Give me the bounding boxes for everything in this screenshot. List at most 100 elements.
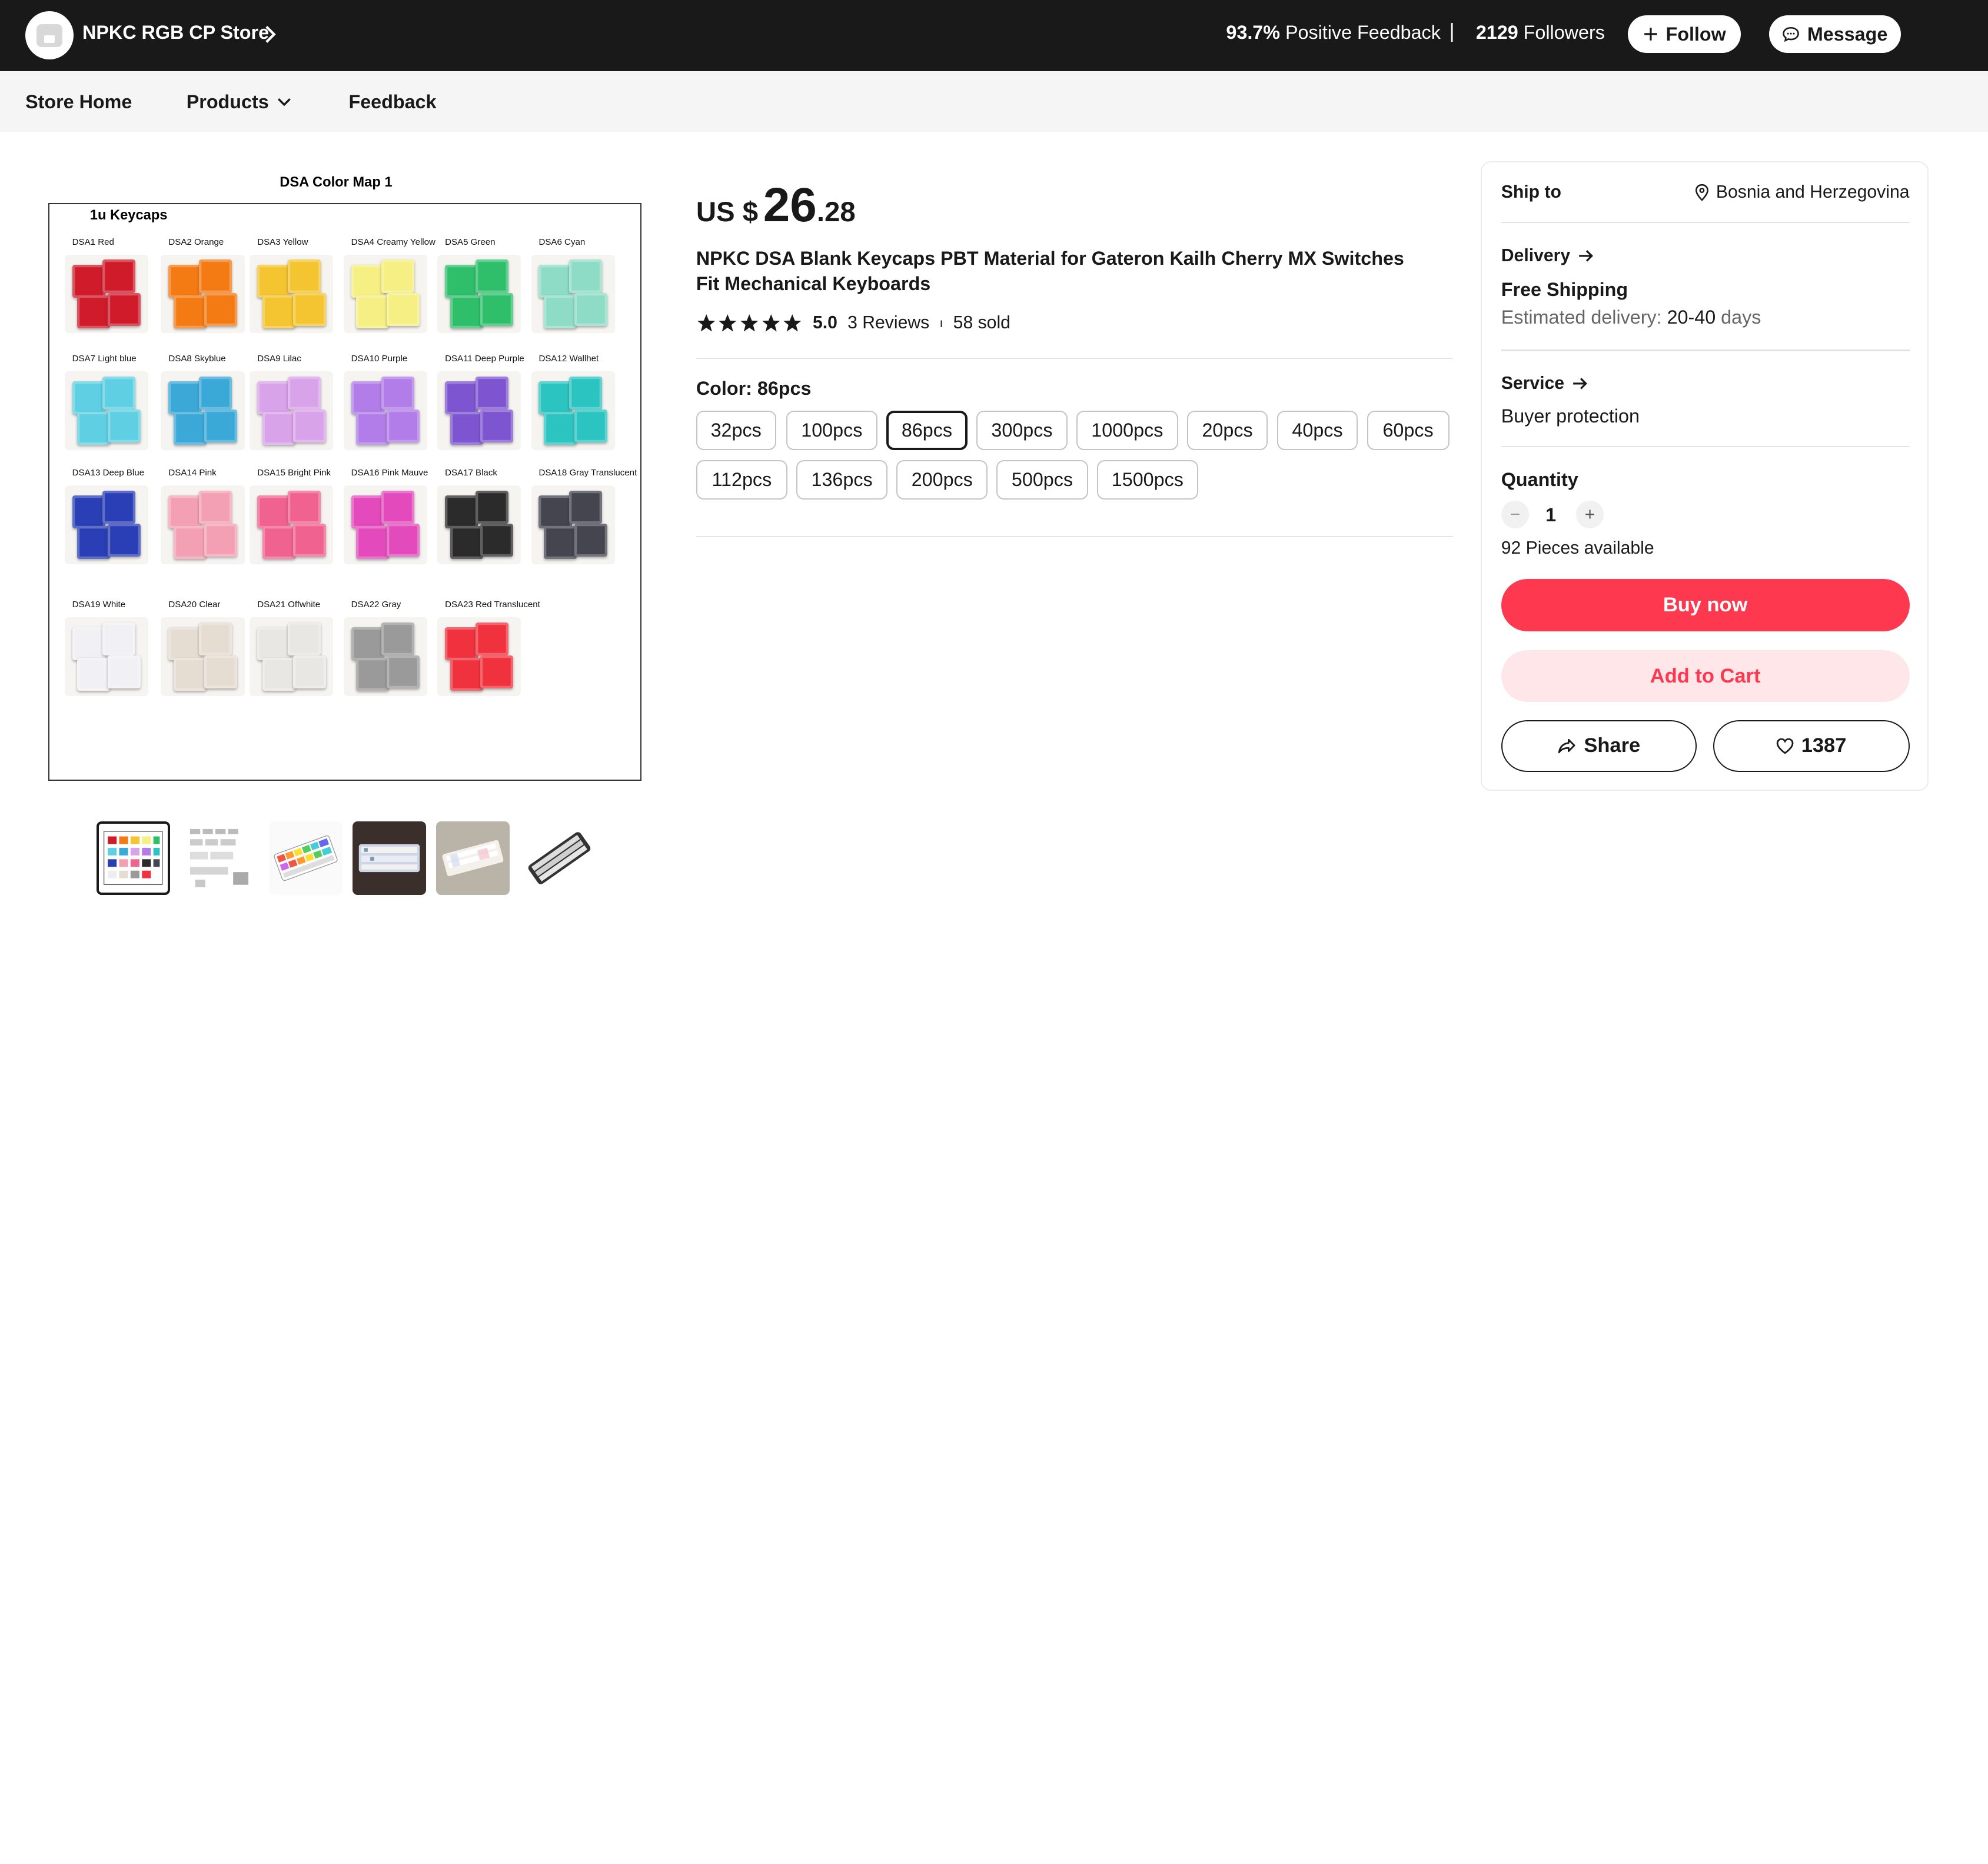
- thumb-white-keyboard-dark[interactable]: [352, 821, 426, 896]
- delivery-header[interactable]: Delivery: [1501, 246, 1910, 266]
- keycap: [257, 627, 291, 661]
- keycap: [351, 495, 384, 529]
- keycap: [287, 622, 321, 655]
- keycap-swatch: [64, 485, 148, 564]
- swatch-label: DSA8 Skyblue: [168, 353, 226, 364]
- reviews-link[interactable]: 3 Reviews: [847, 313, 929, 333]
- keycap: [287, 259, 321, 293]
- keycap: [199, 490, 232, 524]
- main-product-image[interactable]: DSA Color Map 1 1u Keycaps DSA1 Red DSA2 …: [38, 165, 652, 789]
- ship-to-label: Ship to: [1501, 182, 1561, 202]
- nav-label: Store Home: [25, 91, 132, 113]
- chevron-right-icon[interactable]: [260, 23, 280, 46]
- keycap: [72, 495, 105, 529]
- service-header[interactable]: Service: [1501, 374, 1910, 394]
- chat-bubble-icon: [1783, 27, 1799, 42]
- keycap: [199, 259, 232, 293]
- divider: [1501, 446, 1910, 448]
- keycap-swatch: [437, 371, 521, 450]
- thumb-white-keyboard-light[interactable]: [436, 821, 510, 896]
- store-name-link[interactable]: NPKC RGB CP Store: [82, 22, 269, 44]
- estimated-prefix: Estimated delivery:: [1501, 307, 1667, 328]
- keycap: [450, 295, 483, 328]
- location-pin-icon: [1696, 184, 1709, 201]
- ship-to-row[interactable]: Ship to Bosnia and Herzegovina: [1501, 182, 1910, 202]
- keycap: [107, 409, 141, 442]
- keycap-swatch: [64, 617, 148, 696]
- quantity-increment-button[interactable]: +: [1575, 500, 1604, 529]
- keycap-swatch: [250, 254, 334, 334]
- keycap: [173, 658, 207, 691]
- keycap: [386, 409, 420, 442]
- sold-count: 58 sold: [953, 313, 1010, 333]
- keycap: [445, 495, 478, 529]
- keycap: [356, 295, 390, 328]
- keycap: [480, 655, 514, 688]
- keycap: [168, 381, 202, 415]
- feedback-label: Positive Feedback: [1285, 21, 1441, 43]
- keycap: [72, 627, 105, 661]
- quantity-decrement-button[interactable]: −: [1501, 500, 1530, 529]
- option-1500pcs[interactable]: 1500pcs: [1096, 460, 1198, 500]
- stat-separator: |: [1449, 20, 1455, 43]
- option-300pcs[interactable]: 300pcs: [976, 411, 1068, 450]
- option-60pcs[interactable]: 60pcs: [1367, 411, 1450, 450]
- nav-label: Products: [186, 91, 269, 113]
- estimated-suffix: days: [1716, 307, 1761, 328]
- ship-to-value: Bosnia and Herzegovina: [1716, 182, 1910, 202]
- option-200pcs[interactable]: 200pcs: [896, 460, 988, 500]
- nav-products[interactable]: Products: [187, 91, 292, 113]
- option-500pcs[interactable]: 500pcs: [996, 460, 1088, 500]
- thumb-gray-keyboard[interactable]: [522, 821, 596, 896]
- nav-store-home[interactable]: Store Home: [25, 91, 132, 113]
- keycap-swatch: [531, 371, 615, 450]
- wishlist-count: 1387: [1801, 734, 1847, 757]
- buy-now-button[interactable]: Buy now: [1501, 579, 1910, 631]
- option-1000pcs[interactable]: 1000pcs: [1076, 411, 1178, 450]
- keycap: [544, 525, 577, 559]
- share-button[interactable]: Share: [1501, 720, 1697, 772]
- option-136pcs[interactable]: 136pcs: [796, 460, 888, 500]
- thumb-dimensions[interactable]: [182, 821, 257, 896]
- swatch-label: DSA9 Lilac: [257, 353, 301, 364]
- divider: [696, 536, 1454, 538]
- keycap-swatch: [250, 485, 334, 564]
- keycap-swatch: [343, 485, 427, 564]
- store-header: NPKC RGB CP Store 93.7% Positive Feedbac…: [0, 0, 1988, 71]
- divider: [1501, 221, 1910, 223]
- follow-button[interactable]: Follow: [1628, 15, 1741, 54]
- share-icon: [1558, 738, 1575, 753]
- option-100pcs[interactable]: 100pcs: [786, 411, 877, 450]
- keycap: [381, 376, 415, 410]
- option-112pcs[interactable]: 112pcs: [696, 460, 787, 500]
- ship-to-location[interactable]: Bosnia and Herzegovina: [1694, 182, 1910, 202]
- keycap: [569, 376, 603, 410]
- delivery-label: Delivery: [1501, 245, 1571, 265]
- color-selection-label: Color: 86pcs: [696, 378, 812, 400]
- product-title: NPKC DSA Blank Keycaps PBT Material for …: [696, 247, 1404, 295]
- option-20pcs[interactable]: 20pcs: [1186, 411, 1268, 450]
- add-to-cart-button[interactable]: Add to Cart: [1501, 650, 1910, 703]
- follow-label: Follow: [1665, 23, 1726, 45]
- option-86pcs[interactable]: 86pcs: [886, 411, 968, 450]
- option-40pcs[interactable]: 40pcs: [1276, 411, 1358, 450]
- keycap: [386, 655, 420, 688]
- star-rating: [696, 313, 803, 333]
- nav-feedback[interactable]: Feedback: [348, 91, 436, 113]
- keycap: [450, 412, 483, 445]
- color-map-frame: 1u Keycaps DSA1 Red DSA2 Orange DSA3 Yello…: [48, 202, 642, 781]
- option-32pcs[interactable]: 32pcs: [696, 411, 776, 450]
- thumb-rainbow-keyboard[interactable]: [268, 821, 343, 896]
- wishlist-button[interactable]: 1387: [1713, 720, 1910, 772]
- keycap: [204, 655, 237, 688]
- purchase-panel: Ship to Bosnia and Herzegovina Delivery …: [1481, 161, 1929, 791]
- message-button[interactable]: Message: [1768, 15, 1901, 54]
- keycap: [77, 412, 111, 445]
- keycap-swatch: [161, 485, 245, 564]
- quantity-value[interactable]: 1: [1545, 504, 1556, 526]
- store-logo[interactable]: [25, 11, 74, 60]
- keycap: [107, 292, 141, 326]
- swatch-label: DSA2 Orange: [168, 237, 224, 247]
- thumb-color-map[interactable]: [96, 821, 170, 896]
- keycap-swatch: [437, 485, 521, 564]
